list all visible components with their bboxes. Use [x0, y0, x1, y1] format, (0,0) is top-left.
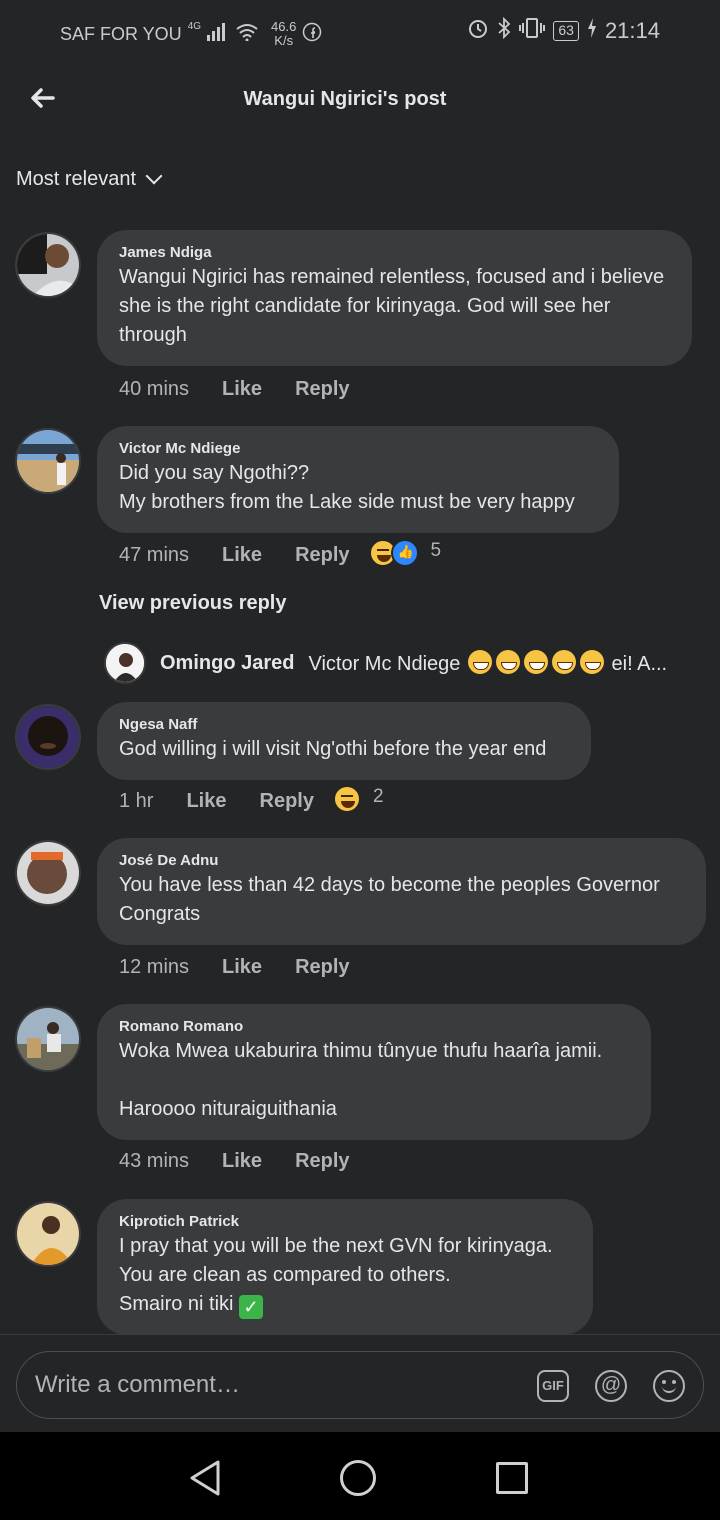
reply-button[interactable]: Reply	[295, 1150, 349, 1173]
reactions[interactable]: 2	[332, 784, 384, 813]
comment-text: I pray that you will be the next GVN for…	[119, 1232, 571, 1319]
reply-button[interactable]: Reply	[260, 790, 314, 813]
avatar[interactable]	[15, 840, 81, 906]
like-button[interactable]: Like	[222, 956, 262, 979]
sort-dropdown[interactable]: Most relevant	[16, 167, 163, 191]
comment-text: Woka Mwea ukaburira thimu tûnyue thufu h…	[119, 1040, 603, 1120]
gif-icon[interactable]: GIF	[537, 1370, 569, 1402]
emoji-icon[interactable]	[653, 1370, 685, 1402]
comment-author[interactable]: Romano Romano	[119, 1018, 629, 1035]
status-bar: SAF FOR YOU 4G 46.6 K/s 63 21:14	[0, 0, 720, 60]
avatar[interactable]	[15, 232, 81, 298]
facebook-icon	[302, 22, 322, 47]
comment-composer-bar: GIF @	[0, 1334, 720, 1432]
comment-meta: 43 mins Like Reply	[119, 1150, 383, 1173]
status-right: 63 21:14	[467, 16, 660, 45]
sort-label: Most relevant	[16, 168, 137, 190]
grinning-emoji-icon	[579, 650, 604, 674]
like-button[interactable]: Like	[222, 1150, 262, 1173]
like-reaction-icon	[390, 538, 419, 567]
page-title: Wangui Ngirici's post	[243, 88, 447, 110]
grinning-emoji-icon	[523, 650, 548, 674]
reactions[interactable]: 5	[368, 538, 442, 567]
nav-back-button[interactable]	[186, 1458, 226, 1498]
nav-recents-button[interactable]	[496, 1462, 528, 1494]
battery-level: 63	[553, 21, 579, 41]
comment-text: Did you say Ngothi?? My brothers from th…	[119, 462, 575, 513]
triangle-back-icon	[190, 1460, 220, 1496]
comment-author[interactable]: James Ndiga	[119, 244, 670, 261]
reply-text: Victor Mc Ndiege ei! A...	[308, 650, 667, 676]
comment-time[interactable]: 12 mins	[119, 956, 189, 979]
comment-text: You have less than 42 days to become the…	[119, 874, 660, 925]
reply-preview[interactable]: Omingo Jared Victor Mc Ndiege ei! A...	[104, 642, 684, 684]
check-mark-icon: ✓	[239, 1295, 264, 1319]
comment-meta: 40 mins Like Reply	[119, 378, 383, 401]
charging-icon	[587, 18, 597, 44]
comment-author[interactable]: Ngesa Naff	[119, 716, 569, 733]
reply-button[interactable]: Reply	[295, 544, 349, 567]
header: Wangui Ngirici's post	[0, 60, 720, 140]
comment-text: God willing i will visit Ng'othi before …	[119, 738, 547, 760]
bluetooth-icon	[497, 16, 511, 45]
reaction-count: 5	[430, 539, 442, 561]
comment-time[interactable]: 43 mins	[119, 1150, 189, 1173]
network-type: 4G	[187, 20, 202, 32]
clock: 21:14	[604, 18, 660, 43]
system-nav-bar	[0, 1432, 720, 1520]
like-button[interactable]: Like	[222, 378, 262, 401]
alarm-icon	[467, 17, 489, 45]
comment-bubble: José De Adnu You have less than 42 days …	[97, 838, 706, 945]
avatar[interactable]	[15, 1201, 81, 1267]
reply-author[interactable]: Omingo Jared	[160, 652, 294, 675]
comment-bubble: Victor Mc Ndiege Did you say Ngothi?? My…	[97, 426, 619, 533]
reply-button[interactable]: Reply	[295, 956, 349, 979]
comment-bubble: Ngesa Naff God willing i will visit Ng'o…	[97, 702, 591, 780]
carrier-name: SAF FOR YOU	[60, 23, 182, 44]
mention-icon[interactable]: @	[595, 1370, 627, 1402]
wifi-icon	[235, 23, 259, 46]
grinning-emoji-icon	[551, 650, 576, 674]
like-button[interactable]: Like	[222, 544, 262, 567]
view-previous-reply-link[interactable]: View previous reply	[99, 592, 287, 615]
comment-time[interactable]: 47 mins	[119, 544, 189, 567]
signal-icon	[207, 22, 229, 46]
network-speed: 46.6 K/s	[271, 20, 296, 48]
comment-time[interactable]: 40 mins	[119, 378, 189, 401]
grinning-emoji-icon	[495, 650, 520, 674]
speed-value: 46.6	[271, 19, 297, 34]
comment-author[interactable]: José De Adnu	[119, 852, 684, 869]
comment-meta: 47 mins Like Reply 5	[119, 538, 441, 567]
avatar[interactable]	[15, 1006, 81, 1072]
comment-input[interactable]	[35, 1352, 515, 1418]
vibrate-icon	[519, 17, 546, 45]
reply-mention[interactable]: Victor Mc Ndiege	[308, 653, 460, 675]
comment-text: Wangui Ngirici has remained relentless, …	[119, 266, 665, 346]
comment-meta: 12 mins Like Reply	[119, 956, 383, 979]
haha-reaction-icon	[332, 784, 361, 813]
comment-author[interactable]: Victor Mc Ndiege	[119, 440, 597, 457]
comment-bubble: Romano Romano Woka Mwea ukaburira thimu …	[97, 1004, 651, 1140]
comment-bubble: Kiprotich Patrick I pray that you will b…	[97, 1199, 593, 1335]
comment-text-body: I pray that you will be the next GVN for…	[119, 1235, 553, 1315]
comment-author[interactable]: Kiprotich Patrick	[119, 1213, 571, 1230]
avatar[interactable]	[15, 428, 81, 494]
chevron-down-icon	[145, 167, 163, 184]
reply-avatar[interactable]	[104, 642, 146, 684]
status-left: SAF FOR YOU 4G 46.6 K/s	[60, 20, 322, 48]
nav-home-button[interactable]	[340, 1460, 376, 1496]
comment-bubble: James Ndiga Wangui Ngirici has remained …	[97, 230, 692, 366]
comment-time[interactable]: 1 hr	[119, 790, 153, 813]
avatar[interactable]	[15, 704, 81, 770]
like-button[interactable]: Like	[186, 790, 226, 813]
reply-button[interactable]: Reply	[295, 378, 349, 401]
grinning-emoji-icon	[467, 650, 492, 674]
comment-meta: 1 hr Like Reply 2	[119, 784, 384, 813]
speed-unit: K/s	[274, 33, 294, 48]
reply-suffix: ei! A...	[611, 653, 668, 675]
comment-composer: GIF @	[16, 1351, 704, 1419]
reaction-count: 2	[372, 785, 384, 807]
